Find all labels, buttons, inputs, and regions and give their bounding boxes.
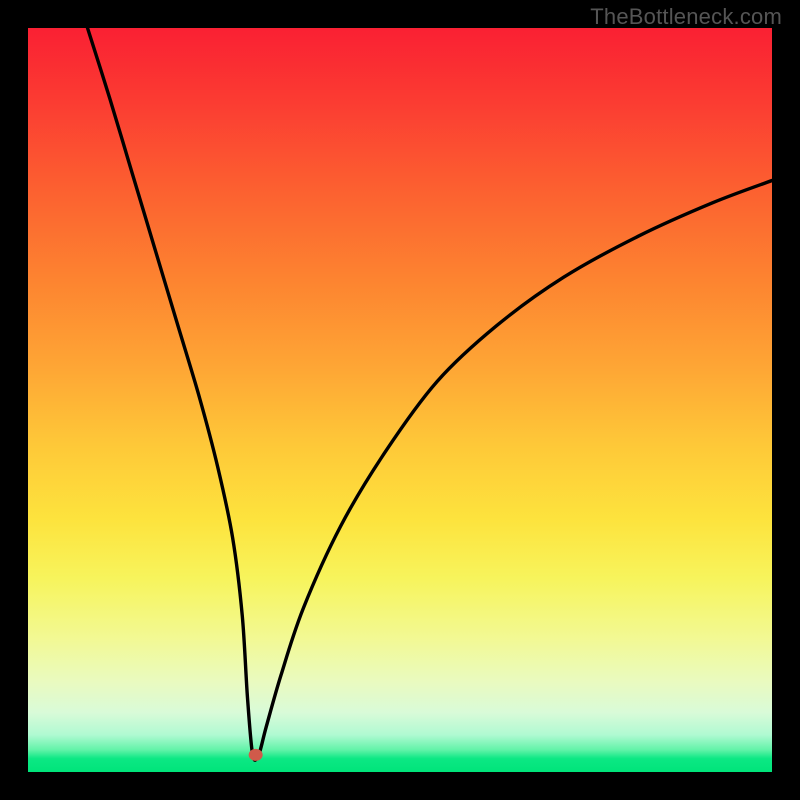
chart-background-gradient [28,28,772,772]
chart-frame [28,28,772,772]
watermark-text: TheBottleneck.com [590,4,782,30]
